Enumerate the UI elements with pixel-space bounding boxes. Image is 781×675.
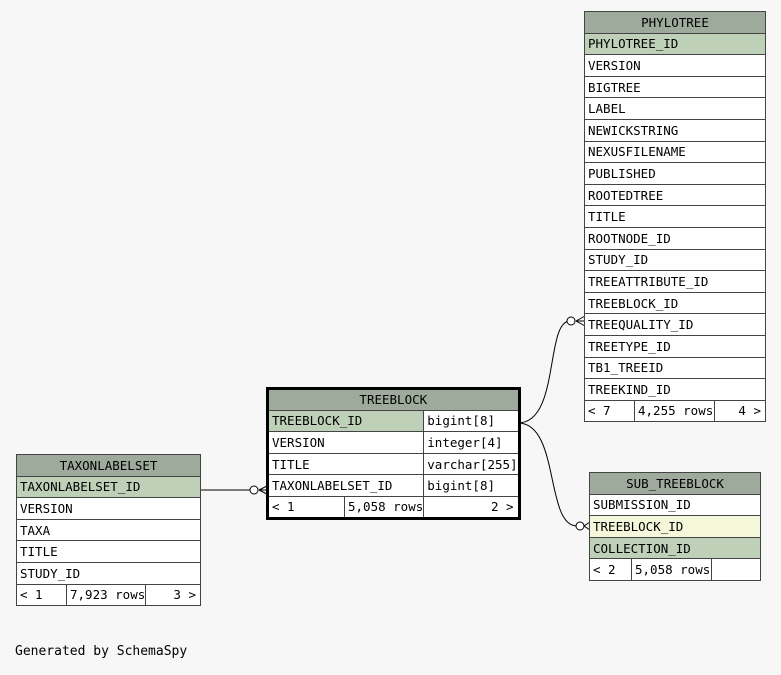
table-title[interactable]: SUB_TREEBLOCK (589, 472, 761, 495)
column-version[interactable]: VERSION (266, 431, 425, 454)
table-title[interactable]: TREEBLOCK (267, 388, 520, 411)
link-treeblock-subtreeblock (517, 422, 578, 527)
column-collection-id[interactable]: COLLECTION_ID (589, 536, 761, 560)
column-treeattribute-id[interactable]: TREEATTRIBUTE_ID (584, 270, 766, 293)
column-study-id[interactable]: STUDY_ID (16, 561, 201, 585)
link-taxonlabelset-treeblock-optional-marker (249, 485, 259, 495)
column-rootnode-id[interactable]: ROOTNODE_ID (584, 226, 766, 250)
column-taxonlabelset-id[interactable]: TAXONLABELSET_ID (266, 474, 425, 497)
row-count: 5,058 rows (631, 558, 712, 581)
row-count: 7,923 rows (65, 583, 147, 607)
parents-count[interactable]: < 7 (584, 399, 635, 423)
column-treeblock-id-type: bigint[8] (423, 409, 520, 433)
children-count[interactable] (711, 558, 761, 581)
column-published[interactable]: PUBLISHED (584, 162, 766, 185)
column-treeblock-id[interactable]: TREEBLOCK_ID (589, 515, 761, 538)
children-count[interactable]: 2 > (423, 495, 520, 519)
parents-count[interactable]: < 2 (589, 558, 632, 581)
column-version-type: integer[4] (423, 431, 520, 454)
column-study-id[interactable]: STUDY_ID (584, 248, 766, 272)
table-phylotree[interactable]: PHYLOTREE PHYLOTREE_ID VERSION BIGTREE L… (584, 11, 766, 423)
column-treequality-id[interactable]: TREEQUALITY_ID (584, 313, 766, 336)
column-taxonlabelset-id-type: bigint[8] (423, 474, 520, 497)
column-version[interactable]: VERSION (584, 54, 766, 77)
column-title-type: varchar[255] (423, 452, 520, 476)
table-title[interactable]: TAXONLABELSET (16, 454, 201, 477)
column-treeblock-id[interactable]: TREEBLOCK_ID (584, 291, 766, 315)
table-title[interactable]: PHYLOTREE (584, 11, 766, 34)
column-version[interactable]: VERSION (16, 497, 201, 520)
link-treeblock-phylotree (517, 320, 571, 424)
table-treeblock[interactable]: TREEBLOCK TREEBLOCK_ID bigint[8] VERSION… (266, 387, 521, 520)
column-rootedtree[interactable]: ROOTEDTREE (584, 183, 766, 207)
column-taxa[interactable]: TAXA (16, 518, 201, 542)
parents-count[interactable]: < 1 (16, 583, 67, 607)
link-treeblock-phylotree-optional-marker (566, 316, 576, 326)
column-title[interactable]: TITLE (266, 452, 425, 476)
row-count: 5,058 rows (343, 495, 425, 519)
column-treetype-id[interactable]: TREETYPE_ID (584, 334, 766, 358)
table-sub-treeblock[interactable]: SUB_TREEBLOCK SUBMISSION_ID TREEBLOCK_ID… (589, 472, 761, 581)
row-count: 4,255 rows (634, 399, 715, 423)
column-title[interactable]: TITLE (584, 205, 766, 228)
column-submission-id[interactable]: SUBMISSION_ID (589, 493, 761, 517)
column-phylotree-id[interactable]: PHYLOTREE_ID (584, 32, 766, 56)
children-count[interactable]: 4 > (714, 399, 766, 423)
column-tb1-treeid[interactable]: TB1_TREEID (584, 356, 766, 380)
column-bigtree[interactable]: BIGTREE (584, 75, 766, 99)
column-label[interactable]: LABEL (584, 97, 766, 120)
column-treekind-id[interactable]: TREEKIND_ID (584, 378, 766, 401)
children-count[interactable]: 3 > (145, 583, 201, 607)
generated-by-text: Generated by SchemaSpy (15, 644, 188, 659)
column-nexusfilename[interactable]: NEXUSFILENAME (584, 140, 766, 164)
link-treeblock-subtreeblock-optional-marker (575, 521, 585, 531)
column-title[interactable]: TITLE (16, 540, 201, 563)
column-treeblock-id[interactable]: TREEBLOCK_ID (266, 409, 425, 433)
table-taxonlabelset[interactable]: TAXONLABELSET TAXONLABELSET_ID VERSION T… (16, 454, 201, 607)
column-newickstring[interactable]: NEWICKSTRING (584, 118, 766, 142)
column-taxonlabelset-id[interactable]: TAXONLABELSET_ID (16, 475, 201, 499)
parents-count[interactable]: < 1 (267, 495, 345, 519)
